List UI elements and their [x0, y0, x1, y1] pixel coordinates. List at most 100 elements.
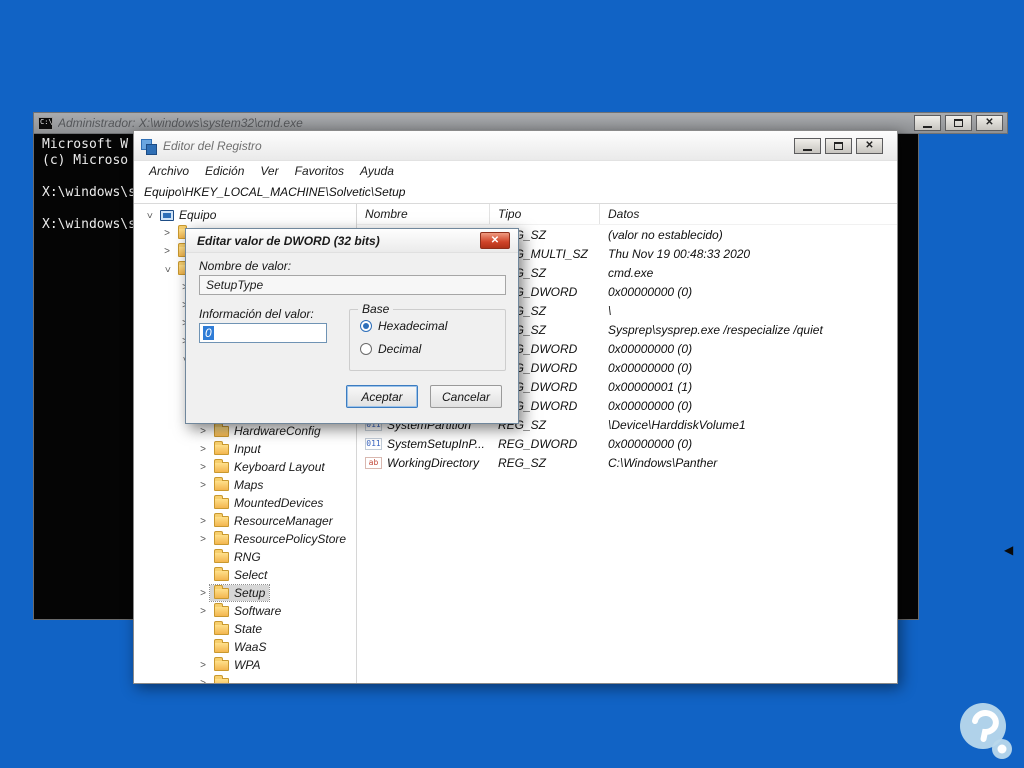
close-icon: ✕: [865, 139, 874, 151]
tree-item-maps[interactable]: > Maps: [134, 476, 356, 494]
tree-item-label: State: [234, 622, 263, 636]
tree-item-mounteddevices[interactable]: MountedDevices: [134, 494, 356, 512]
tree-item-resourcepolicystore[interactable]: > ResourcePolicyStore: [134, 530, 356, 548]
tree-chevron-icon[interactable]: >: [196, 660, 210, 671]
tree-chevron-icon[interactable]: >: [144, 208, 155, 222]
tree-chevron-icon[interactable]: >: [196, 534, 210, 545]
tree-chevron-icon[interactable]: >: [196, 480, 210, 491]
tree-item-label: Keyboard Layout: [234, 460, 325, 474]
tree-chevron-icon[interactable]: >: [162, 262, 173, 276]
cancel-button[interactable]: Cancelar: [430, 385, 502, 408]
dword-dialog-titlebar[interactable]: Editar valor de DWORD (32 bits) ✕: [186, 229, 518, 253]
tree-item-label: Setup: [234, 586, 266, 600]
computer-icon: [160, 209, 174, 221]
list-row-workingdirectory[interactable]: ab WorkingDirectory REG_SZ C:\Windows\Panth…: [357, 453, 897, 472]
tree-root-equipo[interactable]: > Equipo: [134, 206, 356, 224]
regedit-titlebar[interactable]: Editor del Registro ✕: [134, 131, 897, 161]
column-header-tipo[interactable]: Tipo: [490, 204, 600, 224]
dialog-close-button[interactable]: ✕: [480, 232, 510, 249]
tree-item-input[interactable]: > Input: [134, 440, 356, 458]
value-data: 0x00000000 (0): [608, 341, 693, 356]
tree-chevron-icon[interactable]: >: [196, 606, 210, 617]
scroll-left-arrow-icon: ◀: [1004, 543, 1014, 557]
tree-item-label: Input: [234, 442, 261, 456]
tree-item-rng[interactable]: RNG: [134, 548, 356, 566]
menu-item-favoritos[interactable]: Favoritos: [288, 162, 353, 180]
regedit-app-icon: [141, 138, 157, 155]
tree-chevron-icon[interactable]: >: [196, 444, 210, 455]
value-data: 0x00000000 (0): [608, 360, 693, 375]
close-button[interactable]: ✕: [976, 115, 1003, 131]
tree-item-hardwareconfig[interactable]: > HardwareConfig: [134, 422, 356, 440]
tree-item-label: ResourceManager: [234, 514, 333, 528]
cmd-window-title: Administrador: X:\windows\system32\cmd.e…: [58, 116, 303, 130]
value-data: C:\Windows\Panther: [608, 455, 718, 470]
tree-item-label: ResourcePolicyStore: [234, 532, 347, 546]
radio-hexadecimal-label: Hexadecimal: [378, 319, 448, 333]
tree-item-label: Equipo: [179, 208, 217, 222]
minimize-button[interactable]: [914, 115, 941, 131]
menu-item-ayuda[interactable]: Ayuda: [353, 162, 403, 180]
tree-chevron-icon[interactable]: >: [196, 678, 210, 684]
radio-button-icon: [360, 320, 372, 332]
tree-item-partial[interactable]: >: [134, 674, 356, 683]
tree-chevron-icon[interactable]: >: [196, 588, 210, 599]
tree-chevron-icon[interactable]: >: [196, 516, 210, 527]
tree-item-resourcemanager[interactable]: > ResourceManager: [134, 512, 356, 530]
radio-decimal[interactable]: Decimal: [360, 342, 505, 356]
maximize-button[interactable]: [945, 115, 972, 131]
menu-item-edici-n[interactable]: Edición: [198, 162, 253, 180]
radio-hexadecimal[interactable]: Hexadecimal: [360, 319, 505, 333]
folder-icon: [214, 602, 229, 617]
tree-item-keyboard-layout[interactable]: > Keyboard Layout: [134, 458, 356, 476]
folder-icon: [214, 656, 229, 671]
folder-icon: [214, 512, 229, 527]
base-groupbox: Base Hexadecimal Decimal: [349, 302, 506, 371]
radio-decimal-label: Decimal: [378, 342, 422, 356]
folder-icon: [214, 638, 229, 653]
value-data: \: [608, 303, 612, 318]
tree-item-label: RNG: [234, 550, 261, 564]
tree-chevron-icon[interactable]: >: [160, 228, 174, 239]
dword-value-icon: 011: [365, 437, 382, 450]
value-data: 0x00000000 (0): [608, 436, 693, 451]
menu-item-archivo[interactable]: Archivo: [142, 162, 198, 180]
regedit-menubar: Archivo Edición Ver Favoritos Ayuda: [134, 161, 897, 181]
regedit-address-bar[interactable]: Equipo\HKEY_LOCAL_MACHINE\Solvetic\Setup: [134, 181, 897, 204]
solvetic-logo: [956, 700, 1016, 767]
folder-icon: [214, 530, 229, 545]
folder-icon: [214, 674, 229, 683]
minimize-button[interactable]: [794, 137, 821, 154]
dword-dialog-title: Editar valor de DWORD (32 bits): [197, 233, 380, 248]
maximize-button[interactable]: [825, 137, 852, 154]
tree-chevron-icon[interactable]: >: [196, 462, 210, 473]
list-row-systemsetupinp[interactable]: 011 SystemSetupInP... REG_DWORD 0x00000000 …: [357, 434, 897, 453]
tree-item-select[interactable]: Select: [134, 566, 356, 584]
tree-item-setup[interactable]: > Setup: [134, 584, 356, 602]
tree-item-label: MountedDevices: [234, 496, 324, 510]
value-data-field[interactable]: 0: [199, 323, 327, 343]
tree-item-waas[interactable]: WaaS: [134, 638, 356, 656]
selected-value-text: 0: [203, 326, 214, 340]
tree-chevron-icon[interactable]: >: [196, 426, 210, 437]
minimize-icon: [803, 148, 812, 151]
tree-item-label: WaaS: [234, 640, 267, 654]
tree-item-wpa[interactable]: > WPA: [134, 656, 356, 674]
value-data: Thu Nov 19 00:48:33 2020: [608, 246, 751, 261]
column-header-datos[interactable]: Datos: [600, 204, 897, 224]
tree-item-state[interactable]: State: [134, 620, 356, 638]
value-name-field[interactable]: SetupType: [199, 275, 506, 295]
minimize-icon: [923, 126, 932, 128]
value-data-label: Información del valor:: [199, 307, 314, 321]
folder-icon: [214, 494, 229, 509]
list-header: Nombre Tipo Datos: [357, 204, 897, 225]
accept-button[interactable]: Aceptar: [346, 385, 418, 408]
tree-chevron-icon[interactable]: >: [160, 246, 174, 257]
value-data: cmd.exe: [608, 265, 654, 280]
value-type: REG_DWORD: [498, 436, 578, 451]
column-header-nombre[interactable]: Nombre: [357, 204, 490, 224]
tree-item-label: HardwareConfig: [234, 424, 321, 438]
menu-item-ver[interactable]: Ver: [253, 162, 287, 180]
tree-item-software[interactable]: > Software: [134, 602, 356, 620]
close-button[interactable]: ✕: [856, 137, 883, 154]
